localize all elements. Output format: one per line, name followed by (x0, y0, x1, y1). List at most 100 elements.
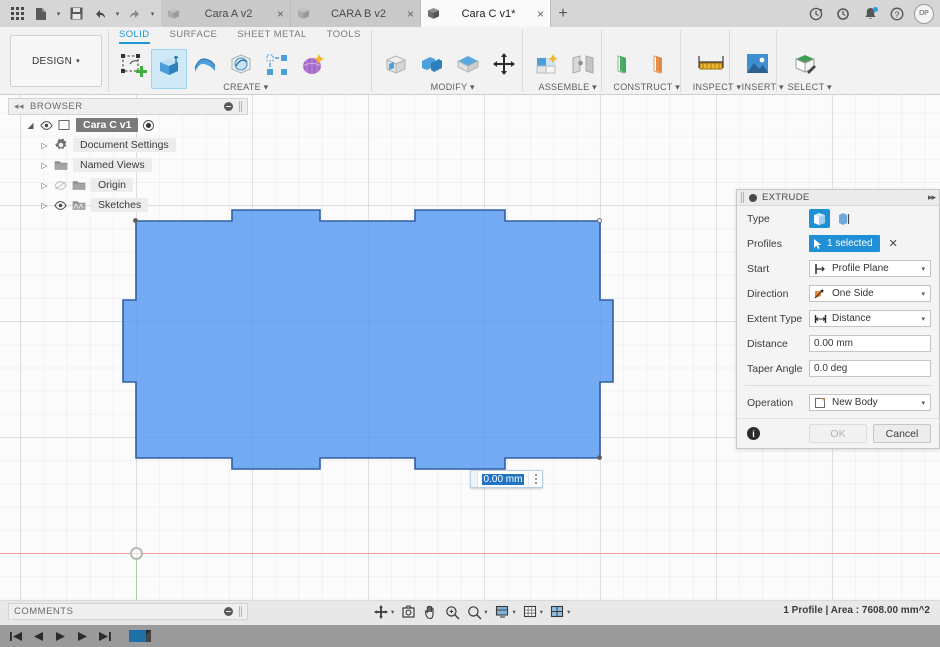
chevron-down-icon[interactable]: ▾ (484, 608, 487, 616)
extrude-type-solid-button[interactable] (809, 209, 830, 228)
chevron-down-icon[interactable]: ▾ (391, 608, 394, 616)
ok-button[interactable]: OK (809, 424, 867, 443)
profile-vertex-top-right[interactable] (597, 218, 602, 223)
chevron-down-icon[interactable]: ▾ (921, 399, 925, 407)
component-activate-radio[interactable] (143, 119, 155, 131)
chevron-down-icon[interactable]: ▾ (513, 608, 516, 616)
dimension-input[interactable]: 0.00 mm (470, 470, 543, 488)
expand-arrow-icon[interactable]: ◢ (26, 121, 35, 130)
tab-tools[interactable]: TOOLS (317, 27, 371, 43)
extrude-direction-dropdown[interactable]: One Side ▾ (809, 285, 931, 302)
dimension-input-menu-icon[interactable] (528, 471, 542, 487)
extrude-profiles-clear-icon[interactable]: ✕ (889, 237, 898, 250)
timeline-go-to-end-button[interactable] (96, 628, 112, 644)
info-icon[interactable]: i (747, 427, 760, 440)
look-at-button[interactable] (398, 602, 419, 622)
cancel-button[interactable]: Cancel (873, 424, 931, 443)
profile-vertex-bottom-right[interactable] (597, 455, 602, 460)
profile-face[interactable] (122, 209, 614, 470)
visibility-eye-icon[interactable] (54, 200, 67, 210)
comments-options-icon[interactable] (224, 607, 233, 616)
undo-caret-icon[interactable]: ▾ (113, 3, 122, 25)
document-tab-1-close-icon[interactable]: × (277, 8, 284, 20)
extrude-dialog-header[interactable]: EXTRUDE ▸▸ (737, 190, 939, 206)
create-group-label[interactable]: CREATE ▾ (115, 82, 377, 93)
dialog-expand-icon[interactable]: ▸▸ (928, 192, 936, 203)
browser-item-document-settings[interactable]: ▷ Document Settings (8, 135, 248, 155)
save-icon[interactable] (65, 3, 87, 25)
browser-options-icon[interactable] (224, 102, 233, 111)
extrude-type-thin-button[interactable] (834, 209, 855, 228)
comments-panel[interactable]: COMMENTS (8, 603, 248, 620)
dimension-input-field[interactable]: 0.00 mm (478, 471, 528, 487)
browser-resize-grip[interactable] (239, 101, 242, 112)
chevron-down-icon[interactable]: ▾ (921, 290, 925, 298)
comments-resize-grip[interactable] (239, 606, 242, 617)
timeline-go-to-beginning-button[interactable] (8, 628, 24, 644)
chevron-down-icon[interactable]: ▾ (921, 265, 925, 273)
tab-sheet-metal[interactable]: SHEET METAL (227, 27, 317, 43)
browser-collapse-icon[interactable]: ◂◂ (14, 101, 24, 112)
display-settings-button[interactable]: ▾ (492, 602, 519, 622)
assemble-group-label[interactable]: ASSEMBLE ▾ (529, 82, 607, 93)
zoom-window-button[interactable]: ▾ (464, 602, 490, 622)
new-file-caret-icon[interactable]: ▾ (54, 3, 63, 25)
expand-arrow-icon[interactable]: ▷ (40, 181, 49, 190)
chevron-down-icon[interactable]: ▾ (540, 608, 543, 616)
dialog-drag-grip[interactable] (741, 192, 744, 203)
extrude-taper-angle-input[interactable]: 0.0 deg (809, 360, 931, 377)
visibility-eye-icon[interactable] (54, 180, 67, 190)
modify-group-label[interactable]: MODIFY ▾ (378, 82, 528, 93)
notifications-icon[interactable] (857, 3, 883, 25)
app-grid-icon[interactable] (6, 3, 28, 25)
redo-caret-icon[interactable]: ▾ (148, 3, 157, 25)
document-tab-3-close-icon[interactable]: × (537, 8, 544, 20)
tab-surface[interactable]: SURFACE (160, 27, 228, 43)
extrude-distance-input[interactable]: 0.00 mm (809, 335, 931, 352)
timeline-feature-sketch[interactable] (128, 627, 152, 645)
tab-solid[interactable]: SOLID (109, 27, 160, 43)
browser-item-root[interactable]: ◢ Cara C v1 (8, 115, 248, 135)
select-group-label[interactable]: SELECT ▾ (787, 82, 833, 93)
user-avatar[interactable]: DP (914, 3, 934, 24)
browser-item-named-views[interactable]: ▷ Named Views (8, 155, 248, 175)
document-tab-2[interactable]: CARA B v2 × (291, 0, 421, 27)
redo-icon[interactable] (124, 3, 146, 25)
chevron-down-icon[interactable]: ▾ (921, 315, 925, 323)
extrude-operation-dropdown[interactable]: New Body ▾ (809, 394, 931, 411)
browser-item-sketches[interactable]: ▷ Sketches (8, 195, 248, 215)
profile-vertex-top-left[interactable] (133, 218, 138, 223)
orbit-button[interactable]: ▾ (370, 602, 397, 622)
help-icon[interactable]: ? (884, 3, 910, 25)
visibility-eye-icon[interactable] (40, 120, 53, 130)
document-tab-1[interactable]: Cara A v2 × (161, 0, 291, 27)
document-tab-3[interactable]: Cara C v1* × (421, 0, 551, 27)
job-status-icon[interactable] (803, 3, 829, 25)
extrude-extent-type-dropdown[interactable]: Distance ▾ (809, 310, 931, 327)
extrude-start-dropdown[interactable]: Profile Plane ▾ (809, 260, 931, 277)
expand-arrow-icon[interactable]: ▷ (40, 141, 49, 150)
pan-button[interactable] (420, 602, 441, 622)
expand-arrow-icon[interactable]: ▷ (40, 201, 49, 210)
undo-icon[interactable] (89, 3, 111, 25)
workspace-selector-design[interactable]: DESIGN ▾ (10, 35, 102, 87)
browser-item-origin[interactable]: ▷ Origin (8, 175, 248, 195)
dimension-input-grip[interactable] (471, 471, 478, 487)
timeline-play-button[interactable] (52, 628, 68, 644)
expand-arrow-icon[interactable]: ▷ (40, 161, 49, 170)
origin-point[interactable] (130, 547, 143, 560)
timeline-step-forward-button[interactable] (74, 628, 90, 644)
document-tab-2-close-icon[interactable]: × (407, 8, 414, 20)
construct-group-label[interactable]: CONSTRUCT ▾ (608, 82, 686, 93)
viewports-button[interactable]: ▾ (547, 602, 573, 622)
extrude-profiles-selection[interactable]: 1 selected (809, 235, 880, 252)
extrude-dialog[interactable]: EXTRUDE ▸▸ Type Profiles 1 selected ✕ St… (736, 189, 940, 449)
new-tab-button[interactable]: + (551, 0, 575, 27)
new-file-icon[interactable] (30, 3, 52, 25)
chevron-down-icon[interactable]: ▾ (567, 608, 570, 616)
zoom-button[interactable] (442, 602, 463, 622)
timeline-step-back-button[interactable] (30, 628, 46, 644)
grid-snaps-button[interactable]: ▾ (520, 602, 546, 622)
recent-activity-icon[interactable] (830, 3, 856, 25)
timeline-bar[interactable] (0, 625, 940, 647)
